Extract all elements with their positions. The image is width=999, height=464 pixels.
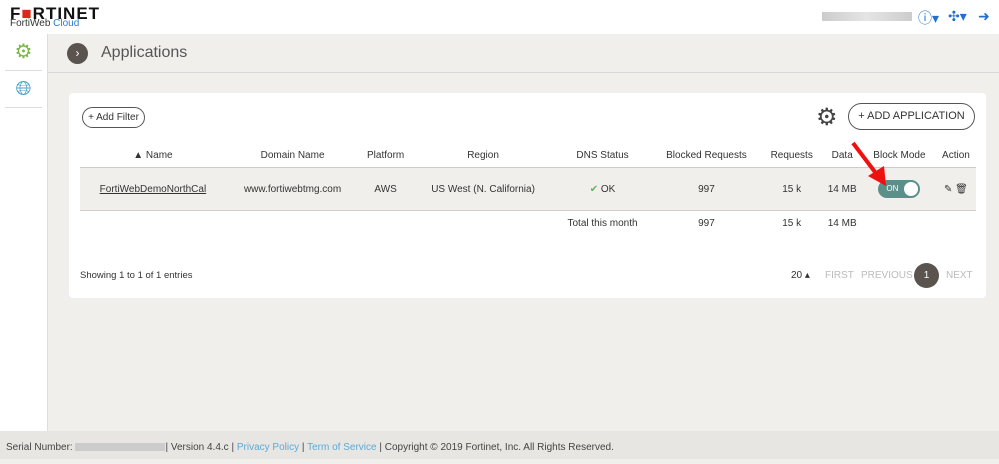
page-1-button[interactable]: 1 [914,263,939,288]
col-requests[interactable]: Requests [762,143,821,168]
top-bar: F■RTINET FortiWeb Cloud ⓘ▾ ✣▾ ➜ [0,0,999,34]
expand-chevron-icon[interactable]: › [67,43,88,64]
total-data: 14 MB [827,217,857,229]
table-row: FortiWebDemoNorthCal www.fortiwebtmg.com… [80,167,976,211]
col-dns[interactable]: DNS Status [554,143,651,168]
previous-button[interactable]: PREVIOUS [861,270,913,281]
page-header: › Applications [48,34,999,73]
next-button[interactable]: NEXT [946,270,973,281]
platform-cell: AWS [359,167,412,211]
col-blocked[interactable]: Blocked Requests [651,143,762,168]
serial-redacted [75,443,166,452]
network-icon[interactable]: ✣▾ [948,8,967,25]
add-application-button[interactable]: + ADD APPLICATION [848,103,975,130]
applications-gear-icon[interactable]: ⚙ [5,34,42,71]
settings-gear-icon[interactable]: ⚙ [816,103,838,132]
col-platform[interactable]: Platform [359,143,412,168]
trash-icon[interactable]: 🗑︎ [955,184,968,195]
help-icon[interactable]: ⓘ▾ [918,8,939,28]
total-label: Total this month [567,217,638,229]
product-name: FortiWeb Cloud [10,18,79,29]
total-row: Total this month 997 15 k 14 MB [80,211,976,236]
add-filter-button[interactable]: + Add Filter [82,107,145,128]
dns-status: OK [600,183,616,195]
first-button[interactable]: FIRST [825,270,854,281]
version: | Version 4.4.c | [165,442,235,453]
blocked-cell: 997 [650,167,762,211]
entries-summary: Showing 1 to 1 of 1 entries [80,270,193,281]
separator: | [301,442,305,453]
footer: Serial Number: | Version 4.4.c | Privacy… [0,431,999,459]
page-title: Applications [101,44,188,61]
applications-card: + Add Filter ⚙ + ADD APPLICATION ▲ Name … [69,93,986,298]
check-icon: ✔ [589,183,599,195]
applications-table: ▲ Name Domain Name Platform Region DNS S… [80,143,976,235]
region-cell: US West (N. California) [412,167,555,211]
dns-cell: ✔ OK [554,167,651,211]
col-name[interactable]: ▲ Name [80,143,226,168]
total-blocked: 997 [698,217,715,229]
user-name-redacted [822,12,912,21]
col-action: Action [942,149,970,161]
sidebar: ⚙ 🌐︎ [0,34,48,431]
col-region[interactable]: Region [412,143,554,168]
serial-label: Serial Number: [6,442,73,453]
requests-cell: 15 k [761,167,822,211]
product-label: FortiWeb [10,18,51,29]
logout-icon[interactable]: ➜ [978,8,990,25]
app-name-link[interactable]: FortiWebDemoNorthCal [100,184,207,195]
copyright: | Copyright © 2019 Fortinet, Inc. All Ri… [379,442,614,453]
edit-icon[interactable]: ✎ [944,184,952,195]
total-requests: 15 k [782,217,802,229]
globe-icon[interactable]: 🌐︎ [5,71,42,108]
product-accent: Cloud [53,18,80,29]
privacy-policy-link[interactable]: Privacy Policy [237,442,299,453]
page-size-select[interactable]: 20 ▴ [791,270,810,281]
red-arrow-annotation [851,141,886,186]
terms-link[interactable]: Term of Service [307,442,376,453]
domain-cell: www.fortiwebtmg.com [225,167,360,211]
col-domain[interactable]: Domain Name [226,143,359,168]
